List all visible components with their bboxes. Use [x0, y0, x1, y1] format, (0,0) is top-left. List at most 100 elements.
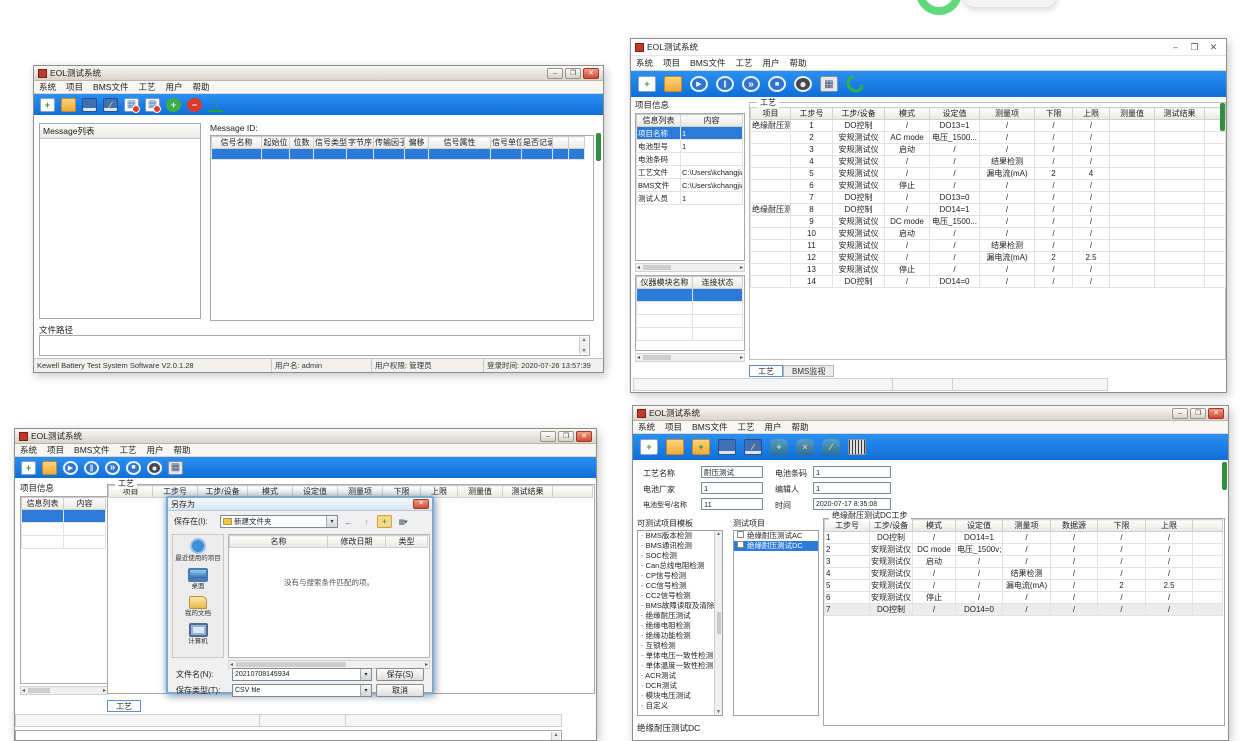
module-table-container[interactable]: 仪器模块名称连接状态	[635, 275, 745, 351]
cell[interactable]: 安规测试仪	[833, 228, 885, 240]
column-header[interactable]	[553, 137, 569, 149]
table-row[interactable]: 电池型号1	[637, 140, 743, 153]
list-item[interactable]: CC信号检测	[638, 581, 714, 591]
cell[interactable]: /	[885, 240, 930, 252]
cell[interactable]	[1155, 228, 1205, 240]
horizontal-scrollbar[interactable]	[635, 353, 745, 362]
place-computer[interactable]: 计算机	[188, 623, 208, 645]
cell[interactable]	[1110, 264, 1155, 276]
project-info-table-container[interactable]: 信息列表内容	[20, 496, 108, 684]
cell[interactable]: /	[1073, 240, 1110, 252]
cell[interactable]: 项目名称	[637, 127, 681, 140]
cell[interactable]: /	[1098, 592, 1146, 604]
pause-icon[interactable]	[716, 76, 734, 92]
cell[interactable]	[693, 289, 743, 302]
tab-process[interactable]: 工艺	[749, 365, 783, 377]
cell[interactable]	[405, 149, 429, 160]
open-folder-icon[interactable]	[666, 439, 684, 455]
place-recent[interactable]: 最近使用的项目	[175, 538, 221, 562]
tests-listbox[interactable]: 绝缘耐压测试AC绝缘耐压测试DC	[733, 530, 819, 716]
cell[interactable]: /	[1035, 132, 1073, 144]
cell[interactable]: /	[930, 180, 980, 192]
file-path-box[interactable]	[39, 335, 590, 356]
column-header[interactable]: 测量值	[1110, 108, 1155, 120]
project-info-table[interactable]: 信息列表内容	[21, 497, 106, 549]
cell[interactable]	[637, 302, 693, 315]
project-info-table-container[interactable]: 信息列表内容项目名称1电池型号1电池条码 工艺文件C:\Users\kchang…	[635, 113, 745, 261]
cell[interactable]	[1110, 180, 1155, 192]
list-item[interactable]: BMS版本检测	[638, 531, 714, 541]
cell[interactable]: 电池型号	[637, 140, 681, 153]
cell[interactable]	[1193, 592, 1223, 604]
cell[interactable]	[751, 156, 791, 168]
cell[interactable]	[1110, 204, 1155, 216]
stop-icon[interactable]	[768, 76, 786, 92]
column-header[interactable]: 信号单位	[491, 137, 522, 149]
cell[interactable]: /	[1073, 120, 1110, 132]
cell[interactable]: 启动	[913, 556, 956, 568]
cell[interactable]: DO控制	[833, 120, 885, 132]
cell[interactable]: /	[1073, 216, 1110, 228]
list-item[interactable]: 工艺	[732, 421, 759, 433]
cell[interactable]	[637, 315, 693, 328]
column-header[interactable]: 工步号	[791, 108, 833, 120]
list-item[interactable]: 项目	[61, 81, 88, 93]
cell[interactable]	[1110, 120, 1155, 132]
calculator-icon[interactable]	[820, 76, 838, 92]
cell[interactable]	[693, 328, 743, 341]
cell[interactable]: /	[1035, 192, 1073, 204]
cell[interactable]: 11	[791, 240, 833, 252]
cell[interactable]: /	[1035, 228, 1073, 240]
cell[interactable]: 漏电流(mA)	[1003, 580, 1051, 592]
cell[interactable]	[1155, 180, 1205, 192]
list-item[interactable]: 用户	[757, 57, 784, 69]
cell[interactable]: /	[885, 192, 930, 204]
cell[interactable]: /	[980, 144, 1035, 156]
column-header[interactable]: 字节序	[347, 137, 374, 149]
cell[interactable]	[429, 149, 491, 160]
cell[interactable]	[1193, 544, 1223, 556]
views-icon[interactable]	[395, 515, 410, 528]
column-header[interactable]: 是否记录	[522, 137, 553, 149]
cell[interactable]	[693, 302, 743, 315]
cell[interactable]: DO控制	[833, 192, 885, 204]
list-item[interactable]: 帮助	[784, 57, 811, 69]
db-edit-icon[interactable]	[822, 439, 840, 455]
table-row[interactable]: 4安规测试仪//结果检测//	[751, 156, 1226, 168]
cell[interactable]: /	[1035, 180, 1073, 192]
list-item[interactable]: 单体电压一致性检测	[638, 651, 714, 661]
titlebar[interactable]: EOL测试系统	[633, 406, 1228, 421]
column-header[interactable]: 信号名称	[212, 137, 262, 149]
cell[interactable]: 绝缘耐压测...	[751, 120, 791, 132]
cell[interactable]: DO14=0	[956, 604, 1003, 616]
column-header[interactable]: 类型	[386, 536, 428, 548]
cancel-button[interactable]: 取消	[376, 684, 424, 697]
maximize-button[interactable]	[1190, 408, 1206, 419]
gauge-icon[interactable]	[794, 76, 812, 92]
cell[interactable]	[1205, 204, 1226, 216]
table-row[interactable]: 5安规测试仪//漏电流(mA)24	[751, 168, 1226, 180]
cell[interactable]	[491, 149, 522, 160]
place-documents[interactable]: 我的文档	[185, 596, 211, 617]
cell[interactable]: DO14=0	[930, 276, 980, 288]
cell[interactable]: 1	[681, 140, 743, 153]
cell[interactable]: DO控制	[833, 204, 885, 216]
cell[interactable]: 2.5	[1073, 252, 1110, 264]
vertical-scrollbar[interactable]	[714, 531, 722, 715]
close-button[interactable]	[1208, 408, 1224, 419]
cell[interactable]	[1155, 144, 1205, 156]
cell[interactable]	[1193, 604, 1223, 616]
list-item[interactable]: 系统	[631, 57, 658, 69]
column-header[interactable]: 位数	[290, 137, 314, 149]
cell[interactable]: /	[1098, 556, 1146, 568]
cell[interactable]	[751, 264, 791, 276]
cell[interactable]: /	[1146, 604, 1193, 616]
cell[interactable]	[1155, 132, 1205, 144]
cell[interactable]	[681, 153, 743, 166]
column-header[interactable]: 工步/设备	[833, 108, 885, 120]
cell[interactable]: /	[930, 228, 980, 240]
cell[interactable]: /	[885, 156, 930, 168]
gauge-icon[interactable]	[147, 461, 162, 475]
column-header[interactable]: 起始位	[262, 137, 290, 149]
open-folder-icon[interactable]	[61, 98, 76, 112]
